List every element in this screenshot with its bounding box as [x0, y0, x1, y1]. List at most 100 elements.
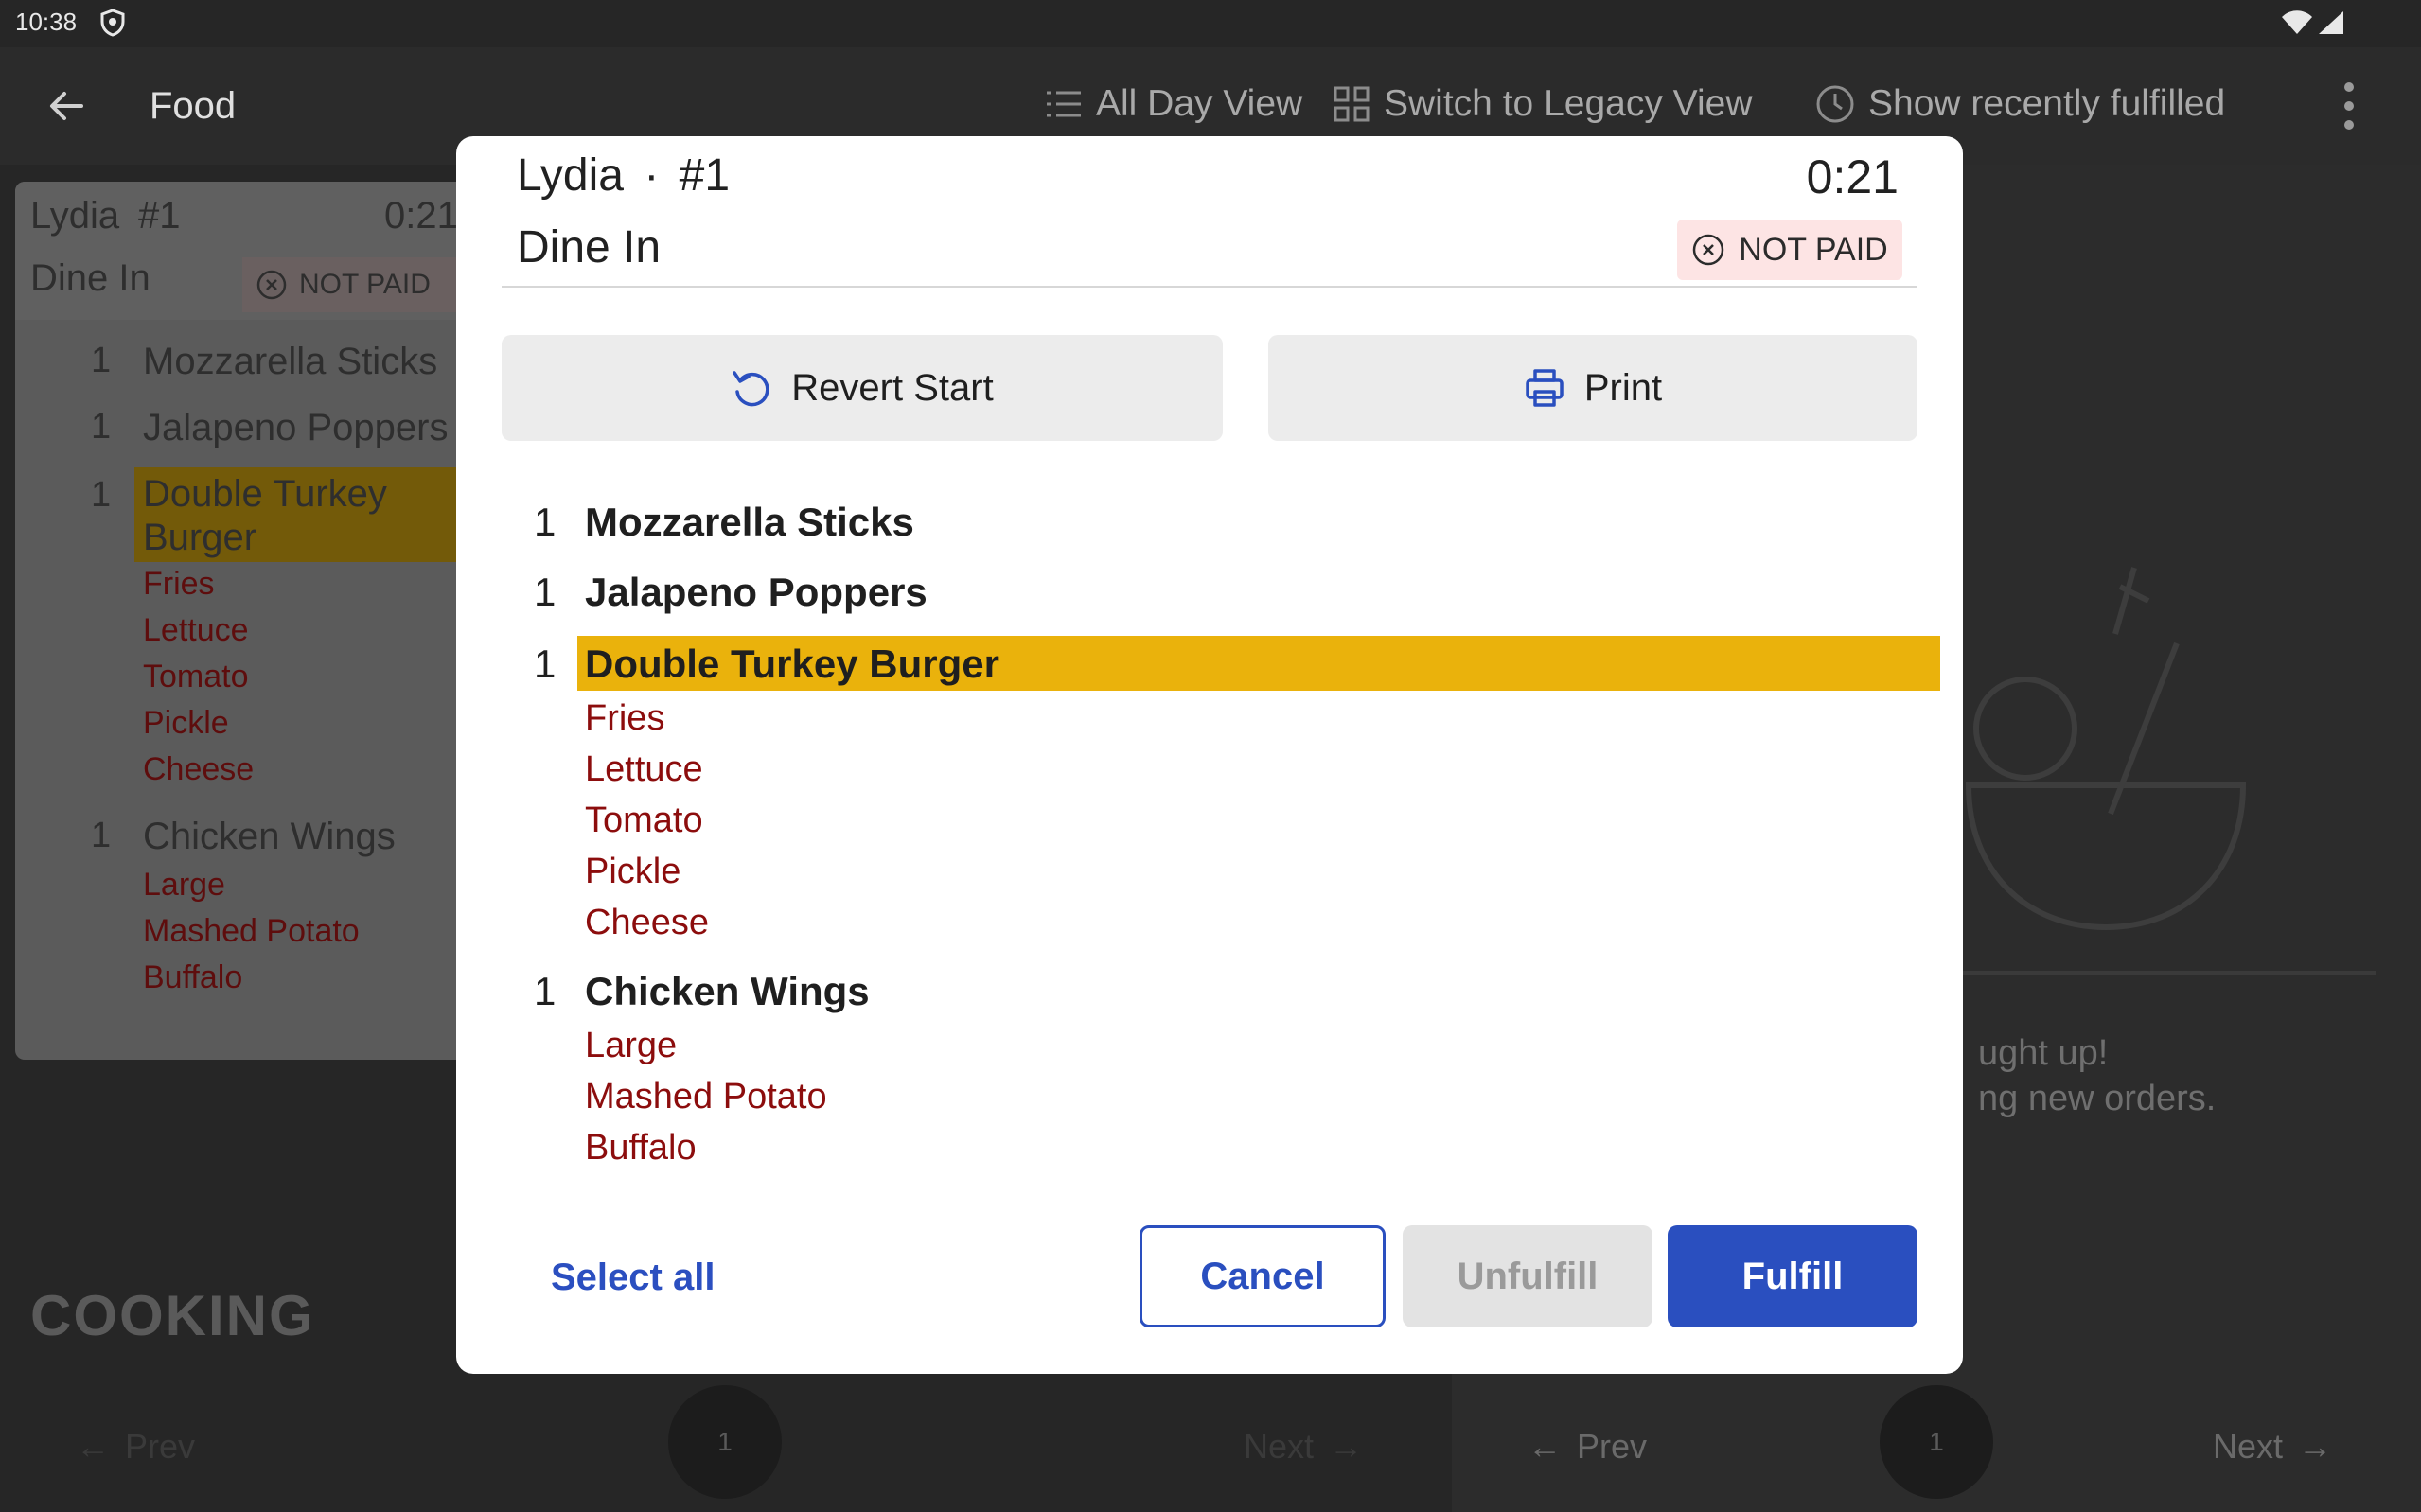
pager-next-button-right[interactable]: Next → — [2213, 1427, 2332, 1467]
item-qty: 1 — [534, 570, 557, 614]
pager-prev-label: Prev — [125, 1427, 196, 1466]
empty-state-line1: ught up! — [1978, 1033, 2109, 1073]
more-vert-icon[interactable] — [2340, 79, 2359, 132]
show-recently-fulfilled-button[interactable]: Show recently fulfilled — [1815, 83, 2225, 125]
section-label: COOKING — [30, 1284, 315, 1347]
item-qty: 1 — [534, 642, 557, 686]
fulfill-label: Fulfill — [1741, 1255, 1844, 1297]
pager-page-indicator-right: 1 — [1880, 1385, 1993, 1499]
ticket-modifier: Pickle — [143, 705, 229, 741]
ticket-modifier: Large — [143, 867, 225, 903]
ticket-type: Dine In — [30, 257, 150, 299]
modal-order-type: Dine In — [517, 222, 662, 273]
pager-next-label: Next — [2213, 1427, 2284, 1466]
item-modifier: Mashed Potato — [585, 1077, 827, 1116]
switch-legacy-view-button[interactable]: Switch to Legacy View — [1333, 83, 1753, 125]
shield-icon — [100, 9, 125, 37]
salad-bowl-icon — [1965, 567, 2247, 931]
switch-legacy-view-label: Switch to Legacy View — [1384, 83, 1753, 124]
close-circle-icon — [256, 270, 287, 300]
modal-order-number: #1 — [679, 150, 731, 201]
arrow-left-icon: ← — [76, 1427, 110, 1466]
item-qty: 1 — [534, 500, 557, 544]
clock-icon — [1816, 85, 1854, 123]
ticket-modifier: Lettuce — [143, 612, 249, 648]
arrow-left-icon: ← — [1528, 1427, 1562, 1466]
all-day-view-label: All Day View — [1096, 83, 1303, 124]
unfulfill-button[interactable]: Unfulfill — [1403, 1225, 1652, 1327]
item-name[interactable]: Double Turkey Burger — [585, 642, 999, 687]
item-name[interactable]: Mozzarella Sticks — [585, 500, 914, 545]
grid-icon — [1334, 86, 1370, 122]
ticket-item-name: Jalapeno Poppers — [143, 407, 449, 448]
not-paid-badge: NOT PAID — [1677, 220, 1902, 280]
item-modifier: Fries — [585, 698, 665, 738]
ticket-order-number: #1 — [138, 195, 181, 237]
ticket-customer: Lydia — [30, 195, 120, 237]
pager-page-indicator: 1 — [668, 1385, 782, 1499]
ticket-payment-badge: NOT PAID — [242, 257, 469, 312]
list-icon — [1047, 91, 1081, 117]
ticket-item-name: Chicken Wings — [143, 816, 396, 857]
signal-icon — [2319, 11, 2343, 34]
cancel-label: Cancel — [1200, 1255, 1325, 1297]
item-modifier: Tomato — [585, 800, 703, 840]
ticket-item-name: Double Turkey — [143, 473, 387, 515]
fulfill-button[interactable]: Fulfill — [1668, 1225, 1917, 1327]
show-recently-fulfilled-label: Show recently fulfilled — [1868, 83, 2226, 124]
item-modifier: Cheese — [585, 903, 709, 942]
modal-customer-line: Lydia · #1 — [517, 149, 730, 202]
cancel-button[interactable]: Cancel — [1140, 1225, 1386, 1327]
unfulfill-label: Unfulfill — [1457, 1255, 1599, 1297]
undo-icon — [733, 371, 769, 407]
modal-payment-status: NOT PAID — [1739, 231, 1888, 268]
item-qty: 1 — [534, 969, 557, 1013]
close-circle-icon — [1693, 234, 1724, 266]
ticket-item-name: Mozzarella Sticks — [143, 341, 438, 382]
pager-next-label: Next — [1244, 1427, 1315, 1466]
app-title: Food — [150, 85, 237, 127]
ticket-qty: 1 — [91, 407, 112, 447]
ticket-modifier: Cheese — [143, 751, 255, 787]
pager-prev-button[interactable]: ← Prev — [76, 1427, 195, 1467]
ticket-qty: 1 — [91, 341, 112, 380]
pager-page-number: 1 — [1929, 1427, 1944, 1456]
item-name[interactable]: Chicken Wings — [585, 969, 870, 1014]
pager-page-number: 1 — [717, 1427, 733, 1456]
revert-start-button[interactable]: Revert Start — [502, 335, 1223, 441]
ticket-timer: 0:21 — [384, 195, 458, 237]
order-detail-dialog: Lydia · #1 0:21 Dine In NOT PAID Revert … — [456, 136, 1963, 1374]
print-button[interactable]: Print — [1268, 335, 1917, 441]
ticket-qty: 1 — [91, 475, 112, 515]
printer-icon — [1526, 369, 1564, 407]
status-bar: 10:38 — [0, 0, 2421, 47]
pager-prev-button-right[interactable]: ← Prev — [1528, 1427, 1647, 1467]
select-all-button[interactable]: Select all — [551, 1257, 715, 1299]
empty-state-line2: ng new orders. — [1978, 1079, 2217, 1118]
wifi-icon — [2282, 10, 2312, 34]
arrow-right-icon: → — [1329, 1427, 1364, 1466]
modal-divider — [502, 286, 1917, 288]
order-ticket[interactable]: Lydia #1 0:21 Dine In NOT PAID 1 Mozzare… — [15, 182, 469, 1060]
ticket-modifier: Fries — [143, 566, 215, 602]
back-arrow-icon[interactable] — [45, 85, 87, 127]
modal-separator: · — [644, 150, 660, 201]
modal-timer: 0:21 — [1806, 150, 1899, 203]
item-name[interactable]: Jalapeno Poppers — [585, 570, 928, 615]
ticket-payment-status: NOT PAID — [299, 269, 431, 300]
item-modifier: Lettuce — [585, 749, 703, 789]
ticket-modifier: Mashed Potato — [143, 913, 360, 949]
empty-state-divider — [1931, 971, 2376, 975]
status-time: 10:38 — [15, 8, 78, 36]
pager-prev-label: Prev — [1577, 1427, 1648, 1466]
revert-start-label: Revert Start — [791, 366, 994, 409]
modal-customer: Lydia — [517, 150, 624, 201]
ticket-modifier: Tomato — [143, 659, 249, 694]
ticket-modifier: Buffalo — [143, 959, 243, 995]
item-modifier: Large — [585, 1026, 678, 1065]
ticket-item-name: Burger — [143, 517, 257, 558]
ticket-qty: 1 — [91, 816, 112, 855]
all-day-view-button[interactable]: All Day View — [1045, 83, 1302, 125]
pager-next-button[interactable]: Next → — [1244, 1427, 1363, 1467]
item-modifier: Pickle — [585, 852, 681, 891]
